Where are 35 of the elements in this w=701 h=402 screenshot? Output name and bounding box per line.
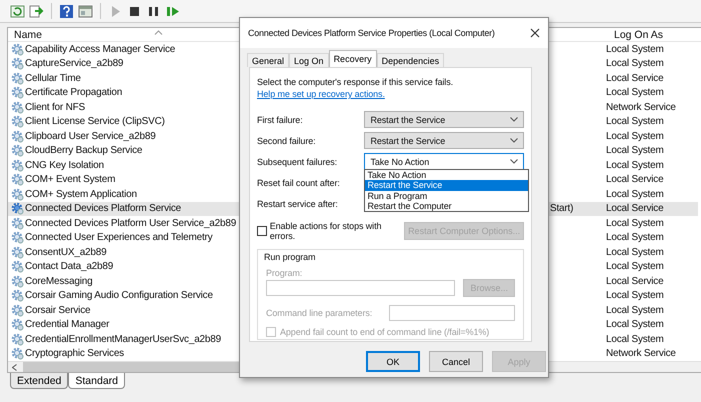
table-cell-text: Local System <box>606 115 665 129</box>
checkbox-label: Enable actions for stops with errors. <box>270 221 382 241</box>
table-cell-text: Local System <box>606 86 665 100</box>
field-label: Second failure: <box>257 136 317 146</box>
table-cell-text: Network Service <box>606 100 677 114</box>
table-cell-text: Local System <box>606 158 665 172</box>
table-cell-text: Local System <box>606 42 665 56</box>
table-cell-text: Local System <box>606 318 665 332</box>
table-cell-text: Local System <box>606 57 665 71</box>
table-cell-text: Local Service <box>606 72 664 86</box>
window-title: Connected Devices Platform Service Properties (Local Computer) <box>248 28 495 38</box>
group-title: Run program <box>264 252 316 262</box>
table-cell-text: Local System <box>606 304 665 318</box>
table-cell-text: Local System <box>606 231 665 245</box>
field-label: Reset fail count after: <box>257 178 341 188</box>
table-cell-text: Local Service <box>606 274 664 288</box>
table-cell-text: Local Service <box>606 173 664 187</box>
field-label: First failure: <box>257 114 304 124</box>
field-label: Command line parameters: <box>266 308 372 318</box>
table-cell-text: Local System <box>606 144 665 158</box>
field-label: Subsequent failures: <box>257 156 338 166</box>
field-label: Restart service after: <box>257 198 339 208</box>
table-cell-text: Local System <box>606 216 665 230</box>
table-cell-text: Network Service <box>606 347 677 361</box>
table-cell-text: Local System <box>606 188 665 202</box>
table-cell: Start) <box>550 202 606 216</box>
table-cell-text: Local System <box>606 332 665 346</box>
table-cell-text: Local System <box>606 289 665 303</box>
field-label: Program: <box>266 268 302 278</box>
table-cell-text: Local System <box>606 130 665 144</box>
table-cell: Local Service <box>606 202 698 216</box>
table-cell-text: Local System <box>606 246 665 260</box>
description: Select the computer's response if this service fails. Help me set up recovery actions. <box>257 76 454 100</box>
checkbox-label: Append fail count to end of command line (/fail=%1%) <box>280 327 490 337</box>
table-cell-text: Local System <box>606 260 665 274</box>
